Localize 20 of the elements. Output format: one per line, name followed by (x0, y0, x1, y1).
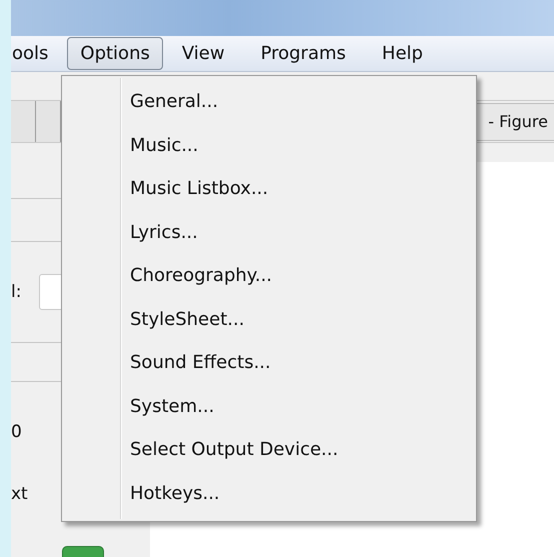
menu-option[interactable]: Sound Effects... (62, 341, 476, 384)
menu-option[interactable]: Hotkeys... (62, 472, 476, 515)
menu-item[interactable]: Help (368, 37, 436, 70)
menu-option[interactable]: Lyrics... (62, 210, 476, 254)
value-text: 0 (11, 422, 23, 442)
menu-item[interactable]: ools (11, 37, 62, 70)
menu-option[interactable]: Select Output Device... (62, 428, 476, 472)
menu-item[interactable]: Options (67, 37, 163, 70)
toolbar-button[interactable] (11, 101, 36, 142)
menu-option[interactable]: System... (62, 384, 476, 428)
menu-item[interactable]: Programs (248, 37, 359, 70)
menu-item[interactable]: View (168, 37, 238, 70)
tab[interactable]: - Figure (474, 102, 554, 140)
field-label: l: (11, 282, 22, 302)
toolbar-button[interactable] (36, 101, 61, 142)
menu-option[interactable]: Music... (62, 124, 476, 167)
menu-option[interactable]: General... (62, 80, 476, 124)
menu-option[interactable]: Choreography... (62, 254, 476, 298)
menu-option[interactable]: Music Listbox... (62, 167, 476, 210)
menu-option[interactable]: StyleSheet... (62, 298, 476, 341)
